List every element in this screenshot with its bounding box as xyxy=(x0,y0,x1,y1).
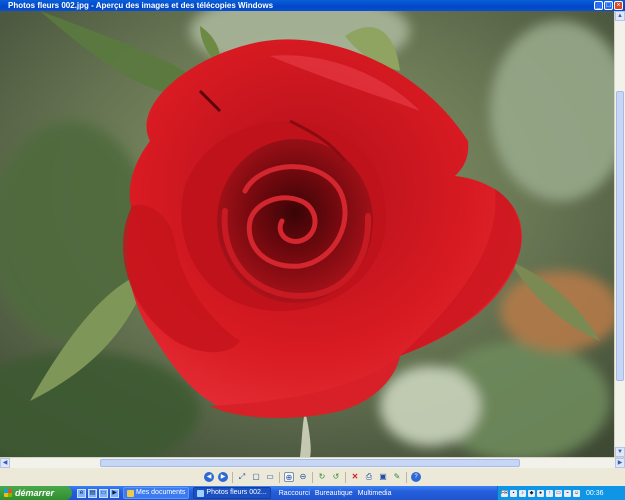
folder-icon xyxy=(127,489,134,497)
toolbar-separator xyxy=(406,471,407,483)
title-bar[interactable]: Photos fleurs 002.jpg - Aperçu des image… xyxy=(0,0,625,11)
best-fit-icon[interactable]: ⤢ xyxy=(237,472,247,482)
edit-icon[interactable]: ✎ xyxy=(392,472,402,482)
language-icon[interactable]: FR xyxy=(501,489,508,497)
actual-size-icon[interactable]: ▢ xyxy=(251,472,261,482)
rotate-counterclockwise-icon[interactable]: ↺ xyxy=(331,472,341,482)
toolbar-separator xyxy=(345,471,346,483)
save-icon[interactable]: ▣ xyxy=(378,472,388,482)
explorer-icon[interactable]: ▤ xyxy=(88,488,97,498)
toolbar-links: Raccourci Bureautique Multimedia xyxy=(279,490,392,497)
vertical-scroll-thumb[interactable] xyxy=(616,91,624,381)
horizontal-scrollbar[interactable]: ◀ ▶ xyxy=(0,457,625,468)
image-viewer-icon xyxy=(197,489,205,497)
start-button[interactable]: démarrer xyxy=(0,486,72,500)
windows-logo-icon xyxy=(4,489,12,497)
usb-icon[interactable]: ⌁ xyxy=(564,489,571,497)
task-label: Photos fleurs 002... xyxy=(206,489,267,496)
zoom-in-icon[interactable]: ⊕ xyxy=(284,472,294,482)
task-label: Mes documents xyxy=(136,489,186,496)
monitor-icon[interactable]: ▭ xyxy=(555,489,562,497)
previous-image-icon[interactable]: ◀ xyxy=(204,472,214,482)
maximize-button[interactable]: □ xyxy=(604,1,613,10)
security-icon[interactable]: ◆ xyxy=(528,489,535,497)
next-image-icon[interactable]: ▶ xyxy=(218,472,228,482)
network-icon[interactable]: ▪ xyxy=(510,489,517,497)
start-label: démarrer xyxy=(15,488,55,498)
scroll-right-icon[interactable]: ▶ xyxy=(615,458,625,468)
toolbar-separator xyxy=(232,471,233,483)
clock: 00:36 xyxy=(586,489,604,497)
slideshow-icon[interactable]: ▭ xyxy=(265,472,275,482)
toolbar-link-multimedia[interactable]: Multimedia xyxy=(358,490,392,497)
scroll-left-icon[interactable]: ◀ xyxy=(0,458,10,468)
update-icon[interactable]: ↑ xyxy=(546,489,553,497)
ie-icon[interactable]: e xyxy=(77,488,86,498)
viewer-toolbar: ◀ ▶ ⤢ ▢ ▭ ⊕ ⊖ ↻ ↺ ✕ ⎙ ▣ ✎ ? xyxy=(0,468,625,486)
help-icon[interactable]: ? xyxy=(411,472,421,482)
close-button[interactable]: × xyxy=(614,1,623,10)
system-tray: FR ▪ ♪ ◆ ● ↑ ▭ ⌁ ☺ 00:36 xyxy=(497,486,625,500)
taskbar: démarrer e ▤ ▭ ▶ Mes documents Photos fl… xyxy=(0,486,625,500)
zoom-out-icon[interactable]: ⊖ xyxy=(298,472,308,482)
messenger-icon[interactable]: ☺ xyxy=(573,489,580,497)
toolbar-link-raccourci[interactable]: Raccourci xyxy=(279,490,310,497)
desktop-icon[interactable]: ▭ xyxy=(99,488,108,498)
print-icon[interactable]: ⎙ xyxy=(364,472,374,482)
horizontal-scroll-thumb[interactable] xyxy=(100,459,520,467)
task-photo-viewer[interactable]: Photos fleurs 002... xyxy=(193,487,271,499)
toolbar-separator xyxy=(279,471,280,483)
minimize-button[interactable]: _ xyxy=(594,1,603,10)
scroll-down-icon[interactable]: ▼ xyxy=(615,447,625,457)
image-viewport[interactable] xyxy=(0,11,614,457)
media-icon[interactable]: ▶ xyxy=(110,488,119,498)
rose-photo xyxy=(0,11,614,457)
vertical-scrollbar[interactable]: ▲ ▼ xyxy=(614,11,625,457)
rotate-clockwise-icon[interactable]: ↻ xyxy=(317,472,327,482)
antivirus-icon[interactable]: ● xyxy=(537,489,544,497)
delete-icon[interactable]: ✕ xyxy=(350,472,360,482)
scroll-up-icon[interactable]: ▲ xyxy=(615,11,625,21)
volume-icon[interactable]: ♪ xyxy=(519,489,526,497)
quick-launch: e ▤ ▭ ▶ xyxy=(77,488,119,498)
task-my-documents[interactable]: Mes documents xyxy=(123,487,190,499)
window-title: Photos fleurs 002.jpg - Aperçu des image… xyxy=(8,1,274,10)
toolbar-link-bureautique[interactable]: Bureautique xyxy=(315,490,353,497)
toolbar-separator xyxy=(312,471,313,483)
